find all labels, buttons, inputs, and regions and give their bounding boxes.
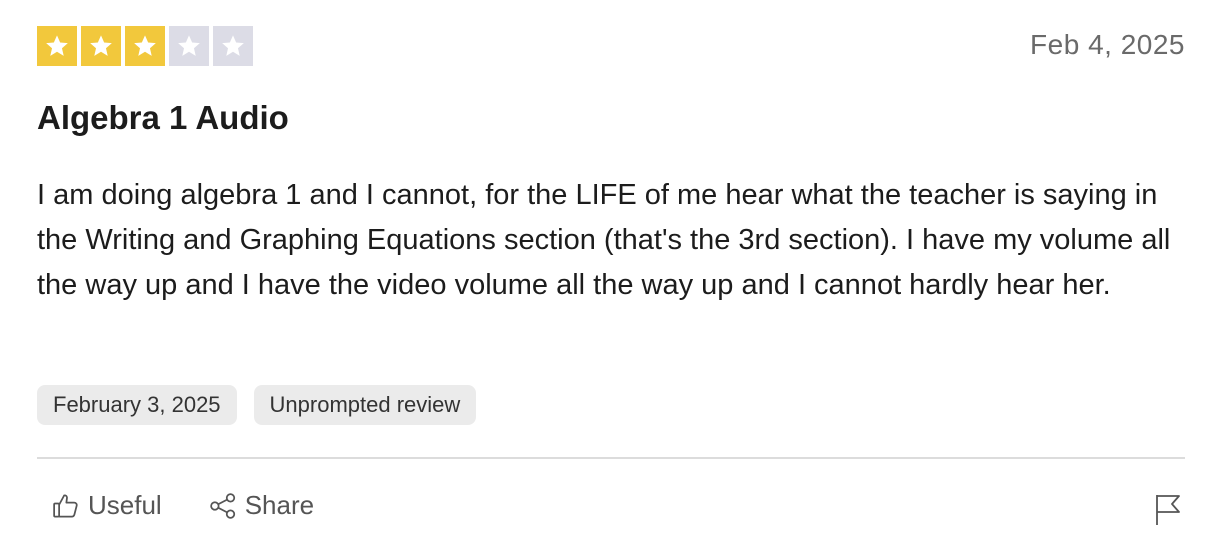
review-tags: February 3, 2025 Unprompted review: [37, 385, 477, 425]
review-card: Feb 4, 2025 Algebra 1 Audio I am doing a…: [37, 0, 1185, 557]
star-icon: [222, 35, 244, 56]
star-icon: [46, 35, 68, 56]
star-icon: [90, 35, 112, 56]
review-title: Algebra 1 Audio: [37, 99, 289, 136]
share-icon: [209, 492, 235, 519]
star-icon: [178, 35, 200, 56]
star-icon: [134, 35, 156, 56]
share-label: Share: [244, 490, 315, 520]
star-3: [125, 26, 165, 66]
star-2: [81, 26, 121, 66]
star-5: [213, 26, 253, 66]
share-button[interactable]: Share: [208, 490, 314, 521]
review-date: Feb 4, 2025: [1030, 29, 1185, 60]
review-type-tag: Unprompted review: [253, 385, 477, 425]
divider: [37, 457, 1185, 459]
review-actions: Useful Share: [51, 490, 314, 521]
star-4: [169, 26, 209, 66]
useful-button[interactable]: Useful: [51, 490, 162, 521]
flag-icon: [1156, 495, 1180, 525]
star-rating: [37, 26, 253, 66]
report-button[interactable]: [1153, 493, 1183, 527]
experience-date-tag: February 3, 2025: [37, 385, 237, 425]
thumbs-up-icon: [53, 494, 78, 517]
useful-label: Useful: [88, 490, 162, 520]
star-1: [37, 26, 77, 66]
review-body: I am doing algebra 1 and I cannot, for t…: [37, 179, 1171, 301]
